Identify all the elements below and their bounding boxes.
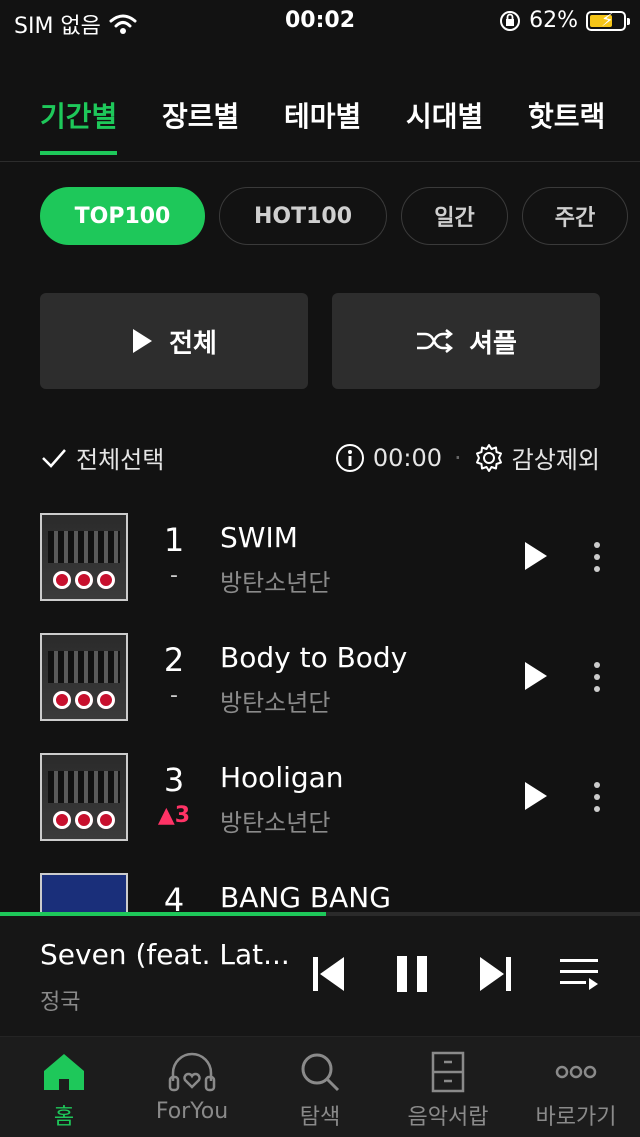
playlist-icon[interactable] bbox=[558, 954, 600, 994]
headphones-heart-icon bbox=[168, 1052, 216, 1092]
nav-shortcut-label: 바로가기 bbox=[535, 1105, 617, 1130]
battery-icon: ⚡ bbox=[586, 10, 630, 31]
shuffle-label: 셔플 bbox=[469, 328, 517, 359]
play-all-button[interactable]: 전체 bbox=[40, 293, 308, 389]
rank-number: 3 bbox=[163, 761, 185, 799]
album-cover bbox=[40, 753, 128, 841]
nav-shortcut[interactable]: 바로가기 bbox=[512, 1051, 640, 1131]
battery-percent: 62% bbox=[529, 8, 578, 33]
play-icon[interactable] bbox=[520, 659, 552, 693]
play-icon[interactable] bbox=[520, 539, 552, 573]
toolbar-right: 00:00 · 감상제외 bbox=[335, 440, 600, 475]
chip-top100[interactable]: TOP100 bbox=[40, 187, 205, 245]
album-cover bbox=[40, 633, 128, 721]
shuffle-button[interactable]: 셔플 bbox=[332, 293, 600, 389]
nav-foryou[interactable]: ForYou bbox=[128, 1051, 256, 1124]
tab-hottrack[interactable]: 핫트랙 bbox=[528, 95, 605, 155]
status-bar: SIM 없음 00:02 62% ⚡ bbox=[0, 0, 640, 42]
home-icon bbox=[44, 1054, 84, 1090]
chart-row[interactable]: 2 - Body to Body 방탄소년단 bbox=[0, 633, 640, 733]
nav-search[interactable]: 탐색 bbox=[256, 1051, 384, 1131]
rank-number: 1 bbox=[163, 521, 185, 559]
rank-change: - bbox=[170, 683, 178, 708]
nav-home-label: 홈 bbox=[53, 1105, 75, 1130]
search-icon bbox=[301, 1053, 340, 1092]
chart-row[interactable]: 1 - SWIM 방탄소년단 bbox=[0, 513, 640, 613]
now-playing-title: Seven (feat. Lat... bbox=[40, 938, 290, 971]
play-icon[interactable] bbox=[520, 779, 552, 813]
chip-hot100[interactable]: HOT100 bbox=[219, 187, 387, 245]
separator-dot: · bbox=[454, 443, 462, 472]
more-options-icon[interactable] bbox=[582, 779, 612, 815]
song-artist: 방탄소년단 bbox=[220, 569, 331, 597]
orientation-lock-icon bbox=[500, 10, 521, 31]
exclude-label[interactable]: 감상제외 bbox=[512, 440, 600, 475]
nav-library-label: 음악서랍 bbox=[407, 1105, 489, 1130]
chip-weekly[interactable]: 주간 bbox=[522, 187, 628, 245]
info-icon[interactable] bbox=[335, 443, 365, 473]
song-artist: 방탄소년단 bbox=[220, 809, 331, 837]
rank-change: - bbox=[170, 563, 178, 588]
list-toolbar: 전체선택 00:00 · 감상제외 bbox=[40, 440, 600, 480]
nav-home[interactable]: 홈 bbox=[0, 1051, 128, 1131]
timer-value: 00:00 bbox=[372, 443, 443, 472]
mini-player[interactable]: Seven (feat. Lat... 정국 bbox=[0, 916, 640, 1036]
bottom-navigation: 홈 ForYou 탐색 음악서랍 바로가기 bbox=[0, 1036, 640, 1137]
nav-foryou-label: ForYou bbox=[155, 1099, 229, 1124]
gear-icon[interactable] bbox=[474, 443, 504, 473]
now-playing-artist: 정국 bbox=[40, 990, 81, 1015]
tab-theme[interactable]: 테마별 bbox=[284, 95, 361, 155]
rank-number: 2 bbox=[163, 641, 185, 679]
next-icon[interactable] bbox=[478, 954, 514, 994]
nav-library[interactable]: 음악서랍 bbox=[384, 1051, 512, 1131]
drawer-icon bbox=[431, 1051, 465, 1093]
play-icon bbox=[133, 329, 153, 353]
album-cover bbox=[40, 873, 128, 912]
song-title: SWIM bbox=[220, 521, 298, 554]
status-right: 62% ⚡ bbox=[499, 8, 630, 33]
chart-row[interactable]: 4 BANG BANG bbox=[0, 873, 640, 912]
song-title: Body to Body bbox=[220, 641, 408, 674]
tab-genre[interactable]: 장르별 bbox=[162, 95, 239, 155]
more-options-icon[interactable] bbox=[582, 539, 612, 575]
chart-row[interactable]: 3 ▲3 Hooligan 방탄소년단 bbox=[0, 753, 640, 853]
song-artist: 방탄소년단 bbox=[220, 689, 331, 717]
rank-number: 4 bbox=[163, 881, 185, 912]
play-all-label: 전체 bbox=[169, 328, 217, 359]
rank-change: ▲3 bbox=[157, 803, 191, 828]
tab-period[interactable]: 기간별 bbox=[40, 95, 118, 155]
category-tabs: 기간별 장르별 테마별 시대별 핫트랙 bbox=[0, 95, 640, 162]
song-title: Hooligan bbox=[220, 761, 344, 794]
album-cover bbox=[40, 513, 128, 601]
previous-icon[interactable] bbox=[310, 954, 346, 994]
nav-search-label: 탐색 bbox=[299, 1105, 341, 1130]
tab-era[interactable]: 시대별 bbox=[406, 95, 483, 155]
pause-icon[interactable] bbox=[395, 954, 429, 994]
select-all-button[interactable]: 전체선택 bbox=[40, 440, 164, 475]
song-title: BANG BANG bbox=[220, 881, 391, 912]
chip-daily[interactable]: 일간 bbox=[401, 187, 508, 245]
more-dots-icon bbox=[555, 1065, 597, 1079]
more-options-icon[interactable] bbox=[582, 659, 612, 695]
shuffle-icon bbox=[417, 329, 454, 353]
select-all-label: 전체선택 bbox=[76, 446, 165, 474]
check-icon bbox=[42, 448, 66, 468]
